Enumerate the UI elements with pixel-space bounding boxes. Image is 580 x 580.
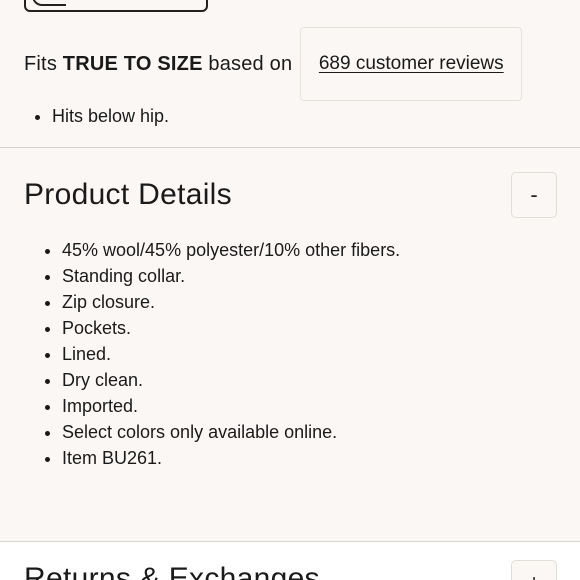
returns-exchanges-title: Returns & Exchanges [24, 562, 320, 580]
list-item: 45% wool/45% polyester/10% other fibers. [62, 237, 400, 263]
fit-emphasis: TRUE TO SIZE [62, 52, 203, 75]
product-details-title: Product Details [24, 178, 232, 211]
list-item: Dry clean. [62, 367, 400, 393]
list-item: Item BU261. [62, 445, 400, 471]
customer-reviews-link[interactable]: 689 customer reviews [319, 53, 504, 75]
list-item: Imported. [62, 393, 400, 419]
reviews-box[interactable]: 689 customer reviews [300, 27, 523, 101]
fit-text: Fits TRUE TO SIZE based on [24, 53, 292, 76]
ruler-icon [32, 0, 66, 6]
list-item: Hits below hip. [52, 104, 169, 128]
divider [0, 147, 580, 148]
list-item: Lined. [62, 341, 400, 367]
fit-summary: Fits TRUE TO SIZE based on 689 customer … [24, 27, 580, 101]
fit-notes-list: Hits below hip. [52, 104, 169, 128]
fit-suffix: based on [202, 52, 293, 75]
size-guide-button-fragment[interactable] [24, 0, 208, 12]
list-item: Zip closure. [62, 289, 400, 315]
list-item: Pockets. [62, 315, 400, 341]
product-details-collapse-button[interactable]: - [511, 172, 557, 218]
divider [0, 541, 580, 542]
product-details-list: 45% wool/45% polyester/10% other fibers.… [62, 237, 400, 471]
returns-expand-button[interactable]: + [511, 560, 557, 580]
fit-prefix: Fits [24, 52, 63, 75]
list-item: Select colors only available online. [62, 419, 400, 445]
list-item: Standing collar. [62, 263, 400, 289]
